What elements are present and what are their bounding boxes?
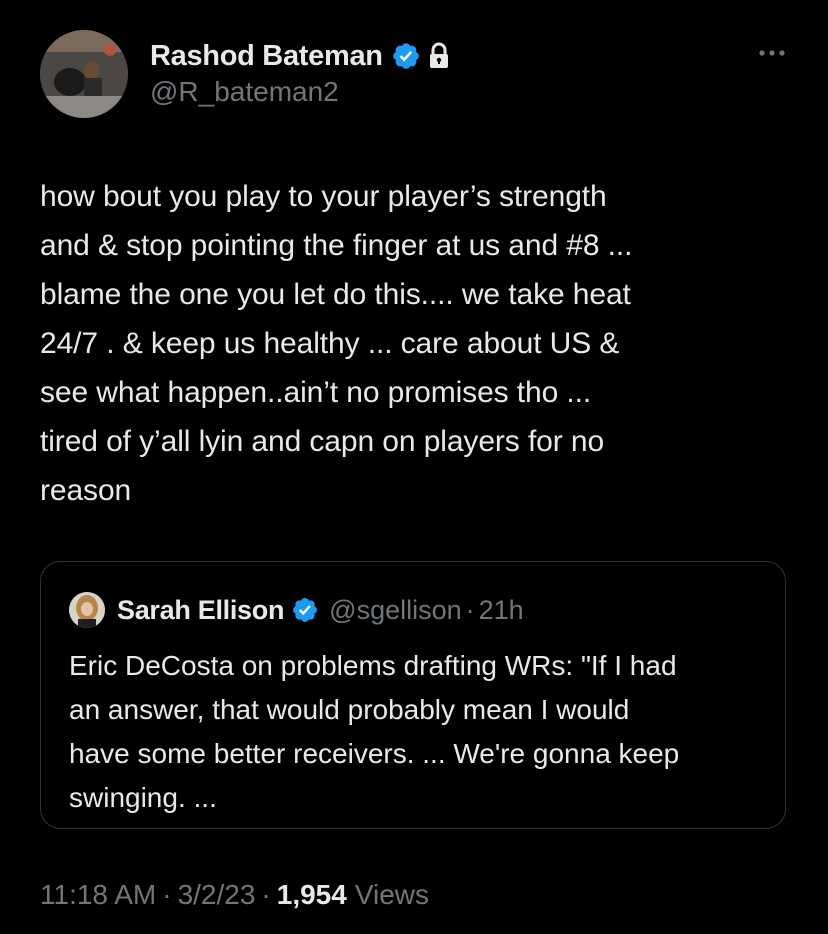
tweet-header: Rashod Bateman @R_bateman2 [40,30,790,120]
meta-separator-2: · [261,879,271,910]
more-options-button[interactable] [754,38,790,68]
author-display-name[interactable]: Rashod Bateman [150,40,383,73]
quote-author-avatar[interactable] [69,592,105,628]
quote-verified-badge-icon [291,596,319,624]
author-handle[interactable]: @R_bateman2 [150,76,339,108]
tweet-time[interactable]: 11:18 AM [40,879,156,911]
author-name-row: Rashod Bateman [150,36,451,76]
more-dots-icon [759,50,785,56]
tweet-date[interactable]: 3/2/23 [178,879,256,911]
lock-icon [427,42,451,70]
quote-separator: · [465,594,475,625]
meta-separator-1: · [162,879,172,910]
quote-author-name[interactable]: Sarah Ellison [117,595,284,626]
views-count[interactable]: 1,954 [277,879,347,911]
views-label[interactable]: Views [355,879,429,911]
quote-avatar-photo [69,592,105,628]
tweet-meta: 11:18 AM · 3/2/23 · 1,954 Views [40,879,429,911]
avatar-photo [40,30,128,118]
quote-author-handle[interactable]: @sgellison [329,595,461,626]
quoted-tweet-card[interactable]: Sarah Ellison @sgellison · 21h Eric DeCo… [40,561,786,829]
quote-text: Eric DeCosta on problems drafting WRs: "… [69,650,680,813]
quote-timestamp[interactable]: 21h [479,595,524,626]
quote-header: Sarah Ellison @sgellison · 21h [69,590,524,630]
tweet-text: how bout you play to your player’s stren… [40,180,633,507]
author-avatar[interactable] [40,30,128,118]
verified-badge-icon [391,41,421,71]
